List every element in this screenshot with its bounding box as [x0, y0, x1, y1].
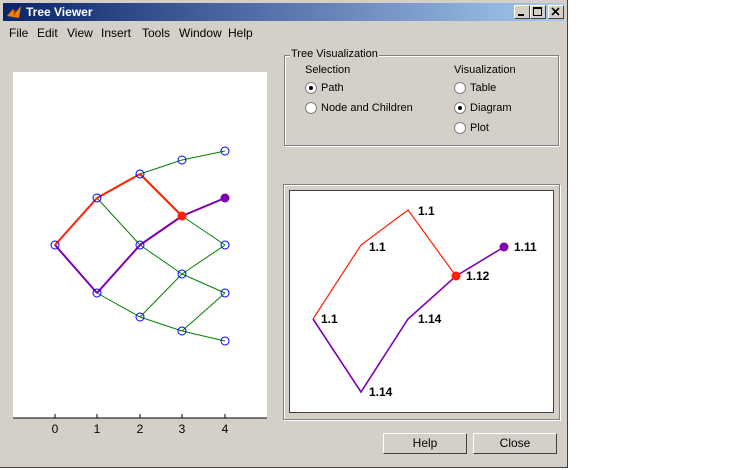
diagram-path-line — [312, 209, 457, 320]
tree-viewer-window: Tree Viewer File Edit View Insert Tools … — [0, 0, 568, 468]
diagram-plot: 1.1 1.1 1.1 1.12 1.11 1.14 1.14 — [312, 204, 537, 399]
diagram-selected-node — [451, 271, 461, 281]
diagram-label: 1.14 — [369, 385, 393, 399]
diagram-lines — [312, 209, 505, 394]
diagram-label: 1.1 — [321, 312, 338, 326]
diagram-label: 1.11 — [514, 240, 537, 254]
close-button[interactable]: Close — [473, 433, 557, 454]
diagram-label: 1.1 — [369, 240, 386, 254]
diagram-label: 1.12 — [466, 269, 490, 283]
diagram-label: 1.14 — [418, 312, 442, 326]
diagram-label: 1.1 — [418, 204, 435, 218]
help-button[interactable]: Help — [383, 433, 467, 454]
diagram-labels: 1.1 1.1 1.1 1.12 1.11 1.14 1.14 — [321, 204, 537, 399]
diagram-child-node — [499, 242, 509, 252]
